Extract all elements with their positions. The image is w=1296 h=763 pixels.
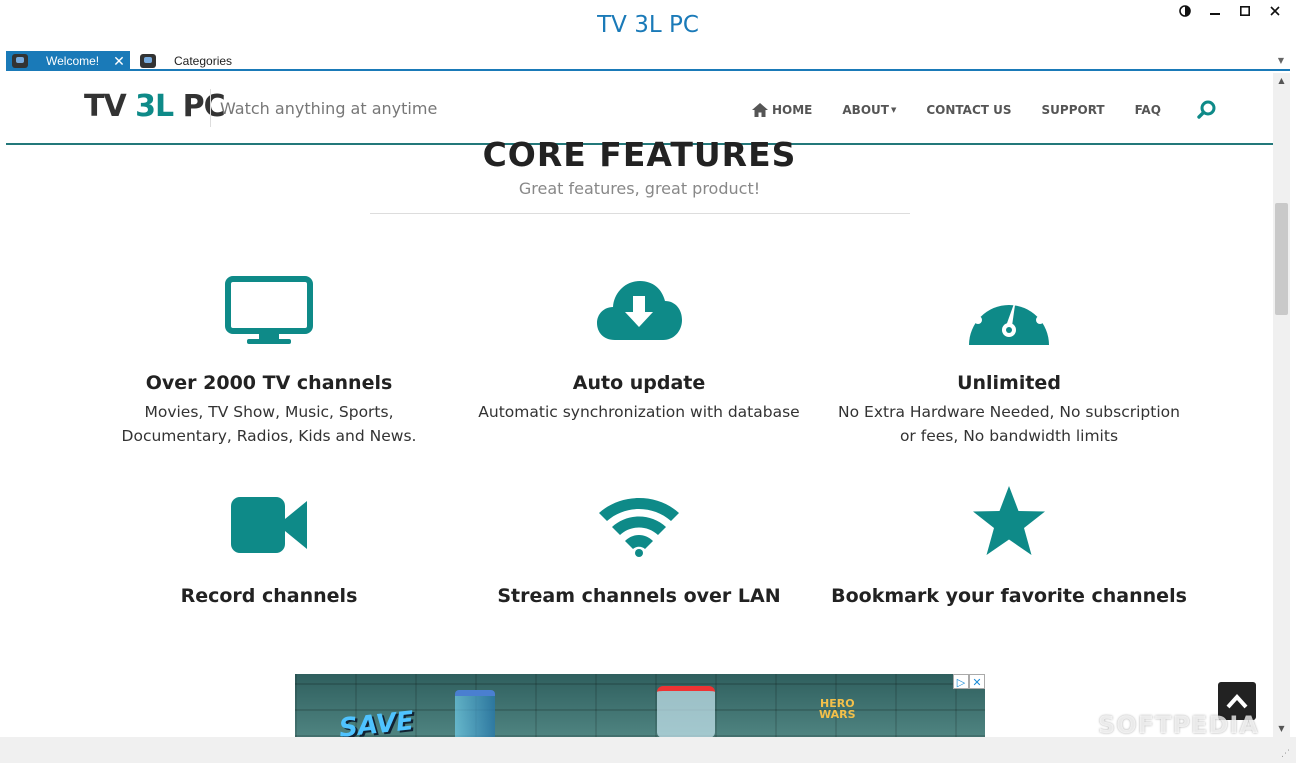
ad-logo: HERO WARS — [819, 697, 856, 721]
chevron-up-icon — [1226, 694, 1248, 709]
ad-choices[interactable]: ▷ ✕ — [953, 674, 985, 689]
close-icon[interactable] — [1268, 4, 1282, 18]
wifi-icon — [599, 498, 679, 557]
app-icon — [12, 54, 28, 68]
resize-grip-icon[interactable]: ⋰ — [1281, 749, 1290, 759]
tab-label: Welcome! — [46, 54, 100, 68]
home-icon — [752, 103, 768, 117]
cloud-download-icon — [597, 281, 682, 340]
caret-down-icon: ▼ — [890, 106, 897, 114]
window-controls — [1178, 4, 1282, 18]
feature-title: Auto update — [572, 372, 706, 394]
search-icon[interactable] — [1197, 100, 1217, 120]
status-bar: ⋰ — [0, 737, 1296, 763]
video-camera-icon — [231, 497, 307, 553]
vertical-scrollbar[interactable]: ▲ ▼ — [1273, 73, 1290, 737]
nav-home[interactable]: HOME — [751, 102, 812, 118]
section-divider — [370, 213, 910, 214]
ad-character-image — [657, 686, 715, 737]
feature-title: Record channels — [180, 585, 358, 607]
nav-contact-us[interactable]: CONTACT US — [926, 103, 1011, 117]
ad-close-icon[interactable]: ✕ — [969, 674, 985, 689]
theme-icon[interactable] — [1178, 4, 1192, 18]
dashboard-icon — [969, 288, 1049, 345]
feature-unlimited: Unlimited No Extra Hardware Needed, No s… — [824, 276, 1194, 448]
tab-welcome[interactable]: Welcome! ✕ — [6, 51, 130, 71]
section-subtitle: Great features, great product! — [518, 179, 761, 198]
app-icon — [140, 54, 156, 68]
ad-banner[interactable]: SAVE HERO WARS ▷ ✕ — [295, 674, 985, 737]
feature-bookmark: Bookmark your favorite channels — [824, 485, 1194, 607]
star-icon — [973, 486, 1045, 555]
site-tagline: Watch anything at anytime — [220, 99, 438, 118]
feature-description: Movies, TV Show, Music, Sports, Document… — [121, 403, 417, 445]
site-logo[interactable]: TV 3L PC — [84, 89, 226, 124]
tab-close-icon[interactable]: ✕ — [112, 53, 126, 70]
web-viewport: TV 3L PC Watch anything at anytime HOME … — [6, 73, 1273, 737]
tab-dropdown-icon[interactable]: ▼ — [1278, 56, 1284, 65]
maximize-icon[interactable] — [1238, 4, 1252, 18]
nav-faq[interactable]: FAQ — [1135, 103, 1161, 117]
feature-description: No Extra Hardware Needed, No subscriptio… — [838, 403, 1180, 445]
feature-tv-channels: Over 2000 TV channels Movies, TV Show, M… — [84, 276, 454, 448]
feature-auto-update: Auto update Automatic synchronization wi… — [454, 276, 824, 424]
feature-record-channels: Record channels — [84, 491, 454, 607]
ad-info-icon[interactable]: ▷ — [953, 674, 969, 689]
scroll-up-icon[interactable]: ▲ — [1273, 73, 1290, 89]
feature-description: Automatic synchronization with database — [478, 403, 800, 421]
nav-about[interactable]: ABOUT ▼ — [842, 103, 896, 117]
tv-icon — [225, 276, 313, 344]
window-titlebar: TV 3L PC — [0, 0, 1296, 50]
tab-categories[interactable]: Categories — [134, 51, 264, 71]
watermark: SOFTPEDIA — [1098, 711, 1259, 739]
feature-stream-lan: Stream channels over LAN — [454, 491, 824, 607]
scrollbar-thumb[interactable] — [1275, 203, 1288, 315]
feature-title: Stream channels over LAN — [497, 585, 781, 607]
main-nav: HOME ABOUT ▼ CONTACT US SUPPORT FAQ — [751, 100, 1217, 120]
feature-title: Over 2000 TV channels — [145, 372, 393, 394]
feature-title: Bookmark your favorite channels — [831, 585, 1187, 607]
feature-title: Unlimited — [957, 372, 1061, 394]
tab-strip: Welcome! ✕ Categories ▼ — [6, 51, 1290, 71]
window-title: TV 3L PC — [597, 12, 699, 38]
ad-tube-image — [455, 690, 495, 737]
tab-label: Categories — [174, 54, 233, 68]
scroll-down-icon[interactable]: ▼ — [1273, 721, 1290, 737]
section-title: CORE FEATURES — [482, 135, 797, 174]
nav-support[interactable]: SUPPORT — [1042, 103, 1105, 117]
minimize-icon[interactable] — [1208, 4, 1222, 18]
brand-divider — [210, 89, 211, 127]
